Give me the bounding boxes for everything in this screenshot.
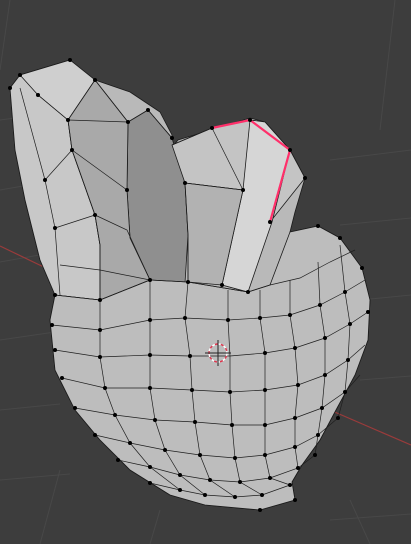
mesh-object[interactable]	[9, 59, 371, 511]
viewport-canvas[interactable]	[0, 0, 411, 544]
3d-viewport[interactable]	[0, 0, 411, 544]
